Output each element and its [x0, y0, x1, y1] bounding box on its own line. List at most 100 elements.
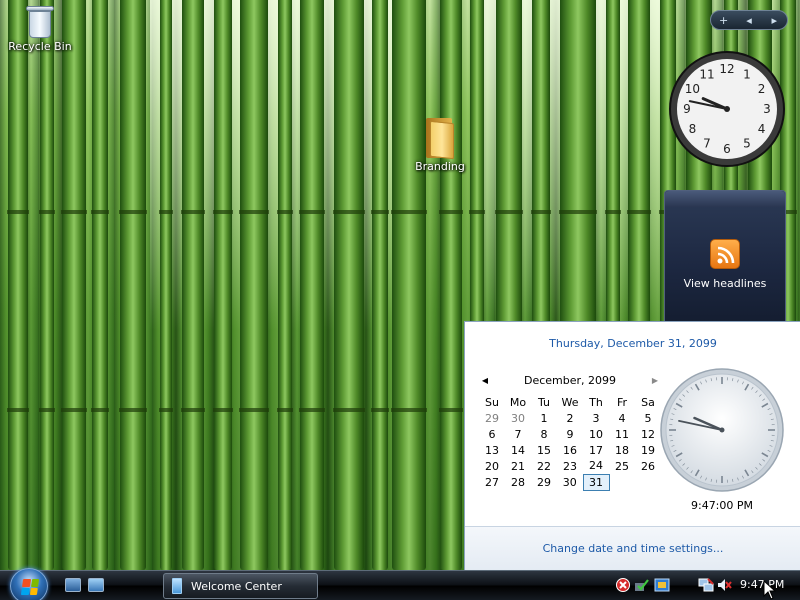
clock-numeral: 6 [723, 142, 731, 156]
calendar-day[interactable]: 5 [635, 410, 661, 426]
calendar-day[interactable]: 1 [531, 410, 557, 426]
calendar-week-row: 13 14 15 16 17 18 19 [479, 442, 661, 458]
calendar-day[interactable]: 11 [609, 426, 635, 442]
calendar-day[interactable]: 12 [635, 426, 661, 442]
calendar-day[interactable]: 26 [635, 458, 661, 474]
bamboo-stalk [439, 0, 463, 570]
change-date-time-settings-link[interactable]: Change date and time settings... [465, 526, 800, 571]
calendar-day[interactable]: 30 [557, 474, 583, 490]
calendar-day[interactable]: 3 [583, 410, 609, 426]
calendar-day[interactable]: 7 [505, 426, 531, 442]
start-button[interactable] [10, 568, 48, 600]
recycle-bin-label: Recycle Bin [8, 40, 72, 53]
bamboo-stalk [213, 0, 233, 570]
calendar-week-row: 29 30 1 2 3 4 5 [479, 410, 661, 426]
bamboo-stalk [299, 0, 325, 570]
windows-logo-icon [20, 579, 40, 595]
weekday-label: Su [485, 395, 499, 409]
bamboo-stalk [181, 0, 205, 570]
calendar-day-selected[interactable]: 31 [582, 473, 610, 491]
calendar-day[interactable]: 18 [609, 442, 635, 458]
bamboo-stalk [91, 0, 109, 570]
calendar-day [609, 474, 635, 490]
calendar-day[interactable]: 30 [505, 410, 531, 426]
current-date-link[interactable]: Thursday, December 31, 2099 [465, 337, 800, 350]
calendar-day[interactable]: 9 [557, 426, 583, 442]
recycle-bin-shortcut[interactable]: Recycle Bin [0, 4, 80, 53]
bamboo-stalk [39, 0, 55, 570]
network-icon[interactable] [698, 577, 714, 593]
calendar-day[interactable]: 13 [479, 442, 505, 458]
bamboo-stalk [159, 0, 173, 570]
taskbar-button-welcome-center[interactable]: Welcome Center [163, 573, 318, 599]
calendar-day[interactable]: 29 [531, 474, 557, 490]
clock-numeral: 11 [699, 67, 714, 81]
branding-folder-shortcut[interactable]: Branding [400, 118, 480, 173]
clock-gadget[interactable]: 12 12 3 45678 9 1011 [668, 50, 786, 168]
clock-numeral: 8 [689, 122, 697, 136]
security-alert-icon[interactable] [615, 577, 631, 593]
calendar-day[interactable]: 24 [583, 458, 609, 474]
clock-numeral: 5 [743, 137, 751, 151]
date-time-flyout: Thursday, December 31, 2099 ◀ December, … [464, 321, 800, 571]
calendar-day[interactable]: 22 [531, 458, 557, 474]
network-check-icon[interactable] [634, 577, 650, 593]
next-gadgets-button[interactable]: ▸ [764, 14, 784, 27]
weekday-label: Mo [509, 395, 527, 409]
calendar-day[interactable]: 17 [583, 442, 609, 458]
calendar-grid: Su Mo Tu We Th Fr Sa 29 30 1 2 3 4 5 6 7 8 9 10 11 12… [479, 394, 661, 491]
clock-numeral: 10 [685, 82, 700, 96]
weekday-label: Tu [537, 395, 551, 409]
bamboo-stalk [391, 0, 427, 570]
clock-numeral: 7 [703, 137, 711, 151]
switch-windows-icon[interactable] [88, 578, 104, 592]
clock-numeral: 12 [719, 62, 734, 76]
bamboo-stalk [61, 0, 87, 570]
calendar-day[interactable]: 20 [479, 458, 505, 474]
show-desktop-icon[interactable] [65, 578, 81, 592]
calendar-day [635, 474, 661, 490]
taskbar: Welcome Center 9:47 PM [0, 568, 800, 600]
calendar-nav: ◀ December, 2099 ▶ [479, 372, 661, 388]
clock-numeral: 2 [758, 82, 766, 96]
calendar-day[interactable]: 16 [557, 442, 583, 458]
calendar-day[interactable]: 10 [583, 426, 609, 442]
calendar-day[interactable]: 28 [505, 474, 531, 490]
calendar-day[interactable]: 25 [609, 458, 635, 474]
calendar-day[interactable]: 27 [479, 474, 505, 490]
calendar-day[interactable]: 15 [531, 442, 557, 458]
folder-icon [424, 118, 456, 160]
recycle-bin-icon [26, 4, 54, 38]
calendar-day[interactable]: 29 [479, 410, 505, 426]
calendar-day[interactable]: 2 [557, 410, 583, 426]
calendar-day[interactable]: 19 [635, 442, 661, 458]
bamboo-stalk [371, 0, 389, 570]
view-headlines-link[interactable]: View headlines [665, 277, 785, 290]
volume-mute-icon[interactable] [716, 577, 732, 593]
bamboo-stalk [333, 0, 365, 570]
calendar-day[interactable]: 6 [479, 426, 505, 442]
mouse-pointer-icon [763, 580, 777, 600]
digital-time: 9:47:00 PM [690, 499, 754, 512]
weekday-label: Th [589, 395, 603, 409]
bamboo-stalk [239, 0, 269, 570]
feed-headlines-gadget[interactable]: View headlines [664, 190, 786, 325]
clock-numeral: 4 [758, 122, 766, 136]
sidebar-gadget-controls: + ◂ ▸ [710, 10, 788, 30]
calendar-day[interactable]: 4 [609, 410, 635, 426]
volume-adjust-icon[interactable] [654, 577, 670, 593]
previous-gadgets-button[interactable]: ◂ [739, 14, 759, 27]
analog-clock [660, 368, 784, 492]
month-year-label[interactable]: December, 2099 [524, 374, 616, 387]
calendar-day[interactable]: 14 [505, 442, 531, 458]
clock-numeral: 1 [743, 67, 751, 81]
calendar-day[interactable]: 8 [531, 426, 557, 442]
calendar-day[interactable]: 21 [505, 458, 531, 474]
calendar-week-row: 20 21 22 23 24 25 26 [479, 458, 661, 474]
calendar-week-row: 6 7 8 9 10 11 12 [479, 426, 661, 442]
clock-numeral: 9 [683, 102, 691, 116]
month-calendar: ◀ December, 2099 ▶ Su Mo Tu We Th Fr Sa … [479, 372, 661, 491]
add-gadget-button[interactable]: + [714, 14, 734, 27]
calendar-day[interactable]: 23 [557, 458, 583, 474]
previous-month-button[interactable]: ◀ [479, 376, 491, 385]
